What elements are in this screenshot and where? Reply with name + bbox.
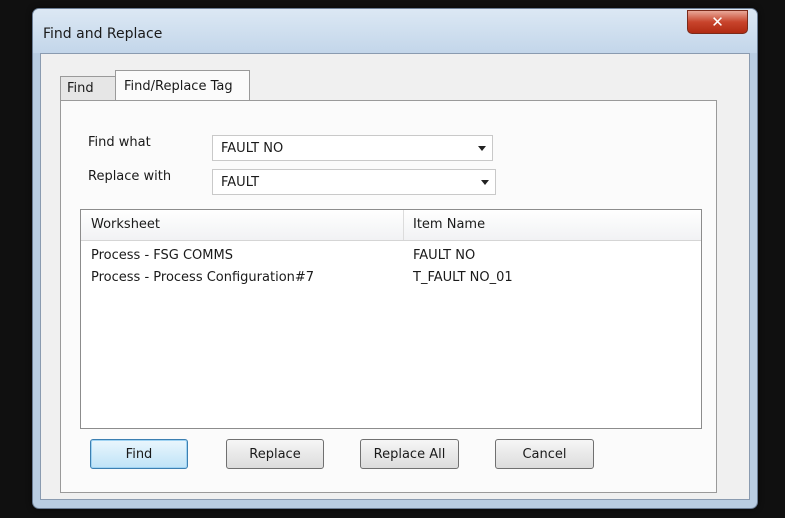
tab-find-label: Find bbox=[67, 81, 94, 96]
row-worksheet-cell: Process - Process Configuration#7 bbox=[91, 270, 315, 285]
cancel-button[interactable]: Cancel bbox=[495, 439, 594, 469]
tab-find-replace-tag[interactable]: Find/Replace Tag bbox=[115, 70, 250, 101]
chevron-down-icon[interactable] bbox=[478, 146, 486, 151]
title-bar[interactable]: Find and Replace ✕ bbox=[33, 9, 757, 53]
replace-with-value: FAULT bbox=[221, 175, 260, 190]
find-button[interactable]: Find bbox=[90, 439, 188, 469]
column-header-worksheet[interactable]: Worksheet bbox=[91, 217, 160, 232]
results-list[interactable]: Worksheet Item Name Process - FSG COMMS … bbox=[80, 209, 702, 429]
results-header: Worksheet Item Name bbox=[81, 210, 701, 241]
tab-find[interactable]: Find bbox=[60, 76, 116, 100]
replace-all-button[interactable]: Replace All bbox=[360, 439, 459, 469]
tab-panel: Find what FAULT NO Replace with FAULT Wo… bbox=[60, 100, 717, 493]
column-header-item-name[interactable]: Item Name bbox=[413, 217, 485, 232]
find-what-label: Find what bbox=[88, 135, 151, 150]
row-worksheet-cell: Process - FSG COMMS bbox=[91, 248, 233, 263]
find-replace-dialog: Find and Replace ✕ Find Find/Replace Tag… bbox=[32, 8, 758, 509]
replace-with-combobox[interactable]: FAULT bbox=[212, 169, 496, 195]
cancel-button-label: Cancel bbox=[522, 446, 567, 462]
replace-button-label: Replace bbox=[249, 446, 301, 462]
column-separator[interactable] bbox=[403, 210, 404, 240]
replace-with-label: Replace with bbox=[88, 169, 172, 184]
dialog-title: Find and Replace bbox=[43, 26, 163, 42]
tab-find-replace-tag-label: Find/Replace Tag bbox=[124, 78, 233, 94]
row-item-name-cell: FAULT NO bbox=[413, 248, 476, 263]
close-icon: ✕ bbox=[711, 13, 724, 31]
close-button[interactable]: ✕ bbox=[687, 10, 748, 34]
find-what-combobox[interactable]: FAULT NO bbox=[212, 135, 493, 161]
row-item-name-cell: T_FAULT NO_01 bbox=[413, 270, 513, 285]
replace-button[interactable]: Replace bbox=[226, 439, 324, 469]
find-what-value: FAULT NO bbox=[221, 141, 284, 156]
replace-all-button-label: Replace All bbox=[373, 446, 446, 462]
dialog-client-area: Find Find/Replace Tag Find what FAULT NO… bbox=[40, 53, 750, 500]
find-button-label: Find bbox=[125, 446, 153, 462]
chevron-down-icon[interactable] bbox=[481, 180, 489, 185]
